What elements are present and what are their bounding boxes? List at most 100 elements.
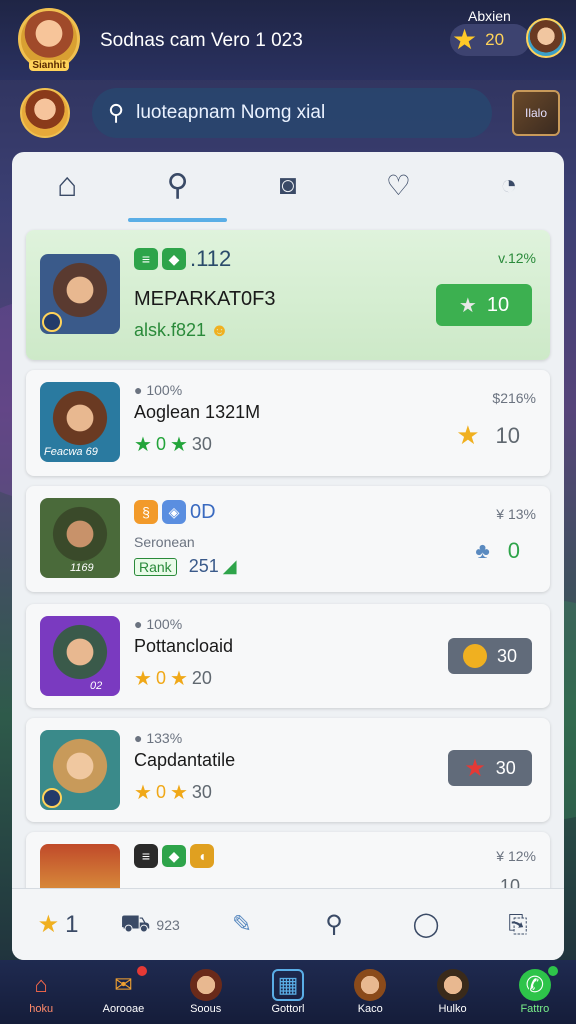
character-thumbnail: 1169 bbox=[40, 498, 120, 578]
search-icon: ⚲ bbox=[108, 100, 125, 125]
star-icon: ★ bbox=[37, 911, 60, 938]
sub-text: alsk.f821 bbox=[134, 320, 207, 340]
claim-button[interactable]: ★ 10 bbox=[436, 284, 532, 326]
player-avatar[interactable]: Sianhit bbox=[18, 8, 80, 71]
star-icon: ★ bbox=[169, 668, 188, 690]
nav-friends[interactable]: Hulko bbox=[411, 960, 493, 1024]
search-text: luoteapnam Nomg xial bbox=[136, 102, 326, 123]
nav-chat[interactable]: ✆ Fattro bbox=[494, 960, 576, 1024]
nav-label: Fattro bbox=[520, 1003, 550, 1015]
item-name: Aoglean 1321M bbox=[134, 402, 261, 422]
menu-icon: ≡ bbox=[134, 844, 158, 868]
pre-value: 0D bbox=[190, 500, 216, 523]
claim-value: 10 bbox=[486, 293, 510, 316]
star-icon: ★ bbox=[134, 434, 152, 456]
thumb-caption: Feacwa 69 bbox=[44, 446, 98, 458]
character-avatar[interactable] bbox=[20, 88, 70, 138]
rank-badge: Rank bbox=[134, 557, 177, 576]
star-count: 20 bbox=[485, 30, 505, 49]
list-item[interactable]: 1169 § ◈ 0D Seronean Rank 251 ◢ ¥ 13% ♣ … bbox=[26, 486, 550, 592]
tab-chat[interactable]: ◙ bbox=[233, 152, 343, 218]
star-icon: ★ bbox=[169, 434, 188, 456]
hero-icon bbox=[189, 969, 222, 1001]
character-thumbnail bbox=[40, 254, 120, 334]
notification-dot bbox=[136, 966, 147, 976]
admin-label: Abxien bbox=[468, 8, 511, 24]
item-rating: ★ 0 ★ 30 bbox=[134, 780, 212, 805]
coin-icon: ◖ bbox=[190, 844, 214, 868]
nav-label: Soous bbox=[190, 1003, 222, 1015]
profile-picture[interactable] bbox=[526, 18, 566, 58]
top-value: .112 bbox=[190, 246, 232, 271]
star-icon: ★ bbox=[456, 420, 480, 450]
search-icon: ⚲ bbox=[325, 911, 343, 938]
list-item[interactable]: ● 133% Capdantatile ★ 0 ★ 30 ★ 30 bbox=[26, 718, 550, 822]
rating-text: 0 bbox=[155, 782, 166, 802]
item-sub: alsk.f821 ☻ bbox=[134, 320, 229, 341]
tab-favorites[interactable]: ♡ bbox=[343, 152, 453, 218]
item-percent: ¥ 13% bbox=[496, 506, 536, 522]
character-thumbnail: 02 bbox=[40, 616, 120, 696]
star-counter[interactable]: ★ 20 bbox=[450, 24, 530, 56]
item-pre: ● 100% bbox=[134, 616, 183, 632]
toolbar-share[interactable]: ⎘ bbox=[472, 911, 564, 939]
list-item[interactable]: 02 ● 100% Pottancloaid ★ 0 ★ 20 30 bbox=[26, 604, 550, 708]
item-rank: Rank 251 ◢ bbox=[134, 556, 237, 577]
main-panel: ⌂ ⚲ ◙ ♡ ◔ ≡ ◆ .112 MEPARKAT0F3 alsk.f821… bbox=[12, 152, 564, 960]
toolbar-vehicle[interactable]: ⛟ 923 bbox=[104, 910, 196, 940]
coin-button[interactable]: 30 bbox=[448, 638, 532, 674]
user-icon: ⚲ bbox=[166, 168, 189, 202]
chat-icon: ◙ bbox=[279, 169, 297, 200]
list-item[interactable]: ≡ ◆ .112 MEPARKAT0F3 alsk.f821 ☻ v.12% ★… bbox=[26, 230, 550, 360]
list-item[interactable]: Feacwa 69 ● 100% Aoglean 1321M ★ 0 ★ 30 … bbox=[26, 370, 550, 476]
toolbar-stars[interactable]: ★ 1 bbox=[12, 910, 104, 939]
bottom-nav: ⌂ hoku ✉ Aorooae Soous ▦ Gottorl Kaco Hu… bbox=[0, 960, 576, 1024]
item-rating: ★ 0 ★ 30 bbox=[134, 432, 212, 457]
star-button[interactable]: ★ 30 bbox=[448, 750, 532, 786]
gem-icon: ◆ bbox=[162, 248, 186, 270]
rank-value: 251 bbox=[188, 556, 219, 576]
nav-heroes[interactable]: Soous bbox=[165, 960, 247, 1024]
star-icon: ★ bbox=[134, 782, 152, 804]
toolbar-chat[interactable]: ◯ bbox=[380, 910, 472, 939]
search-bar[interactable]: ⚲ luoteapnam Nomg xial bbox=[92, 88, 492, 138]
side-value: 10 bbox=[495, 422, 520, 448]
cart-icon: ⛟ bbox=[120, 909, 151, 937]
toolbar-edit[interactable]: ✎ bbox=[196, 910, 288, 939]
item-side: ♣ 0 bbox=[475, 538, 520, 564]
mail-icon: ✉ bbox=[114, 972, 133, 997]
app-title: Sodnas cam Vero 1 023 bbox=[100, 30, 303, 51]
tab-home[interactable]: ⌂ bbox=[12, 152, 122, 218]
nav-home[interactable]: ⌂ hoku bbox=[0, 960, 82, 1024]
share-icon: ⎘ bbox=[508, 910, 528, 938]
top-bar: Sianhit Sodnas cam Vero 1 023 Abxien ★ 2… bbox=[0, 0, 576, 80]
item-pre: ● 133% bbox=[134, 730, 183, 746]
nav-shop[interactable]: Kaco bbox=[329, 960, 411, 1024]
level-badge-icon bbox=[42, 312, 62, 332]
item-top-stat: ≡ ◆ .112 bbox=[134, 246, 231, 272]
nav-label: Kaco bbox=[357, 1003, 383, 1015]
toolbar-search[interactable]: ⚲ bbox=[288, 910, 380, 939]
star-icon: ★ bbox=[458, 294, 477, 317]
puzzle-icon: ♣ bbox=[475, 538, 490, 563]
star-icon: ★ bbox=[134, 668, 152, 690]
item-name: Pottancloaid bbox=[134, 636, 234, 656]
tool-button[interactable]: Ilalo bbox=[512, 90, 560, 136]
emoji-icon: ☻ bbox=[210, 320, 229, 340]
star-icon: ★ bbox=[452, 24, 478, 55]
notify-icon: ◔ bbox=[500, 169, 518, 200]
item-pre: ● 100% bbox=[134, 382, 183, 398]
notification-dot bbox=[547, 966, 558, 976]
nav-calendar[interactable]: ▦ Gottorl bbox=[247, 960, 329, 1024]
pre-text: 100% bbox=[146, 382, 183, 398]
tab-profile[interactable]: ⚲ bbox=[122, 152, 232, 222]
rating-value: 20 bbox=[191, 668, 212, 688]
tab-notifications[interactable]: ◔ bbox=[454, 152, 564, 218]
character-thumbnail: Feacwa 69 bbox=[40, 382, 120, 462]
pre-text: 100% bbox=[146, 616, 183, 632]
nav-label: hoku bbox=[29, 1003, 54, 1015]
nav-mail[interactable]: ✉ Aorooae bbox=[82, 960, 164, 1024]
thumb-caption: 02 bbox=[90, 680, 103, 692]
nav-label: Hulko bbox=[438, 1003, 467, 1015]
pencil-icon: ✎ bbox=[231, 911, 253, 938]
